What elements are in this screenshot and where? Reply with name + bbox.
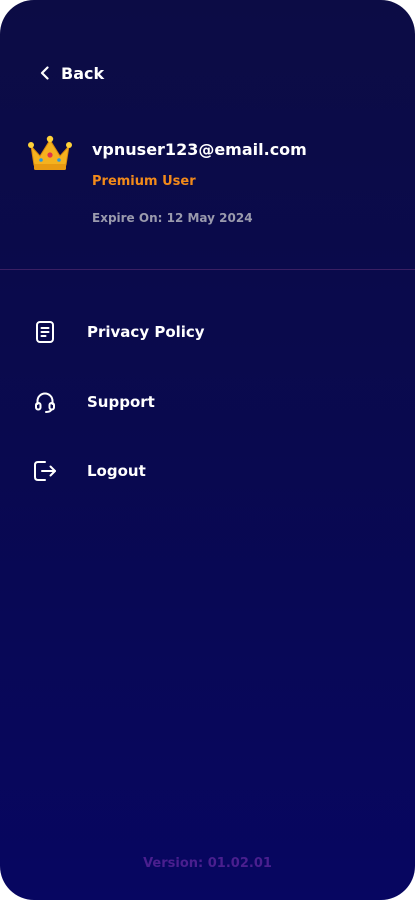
app-version: Version: 01.02.01 [143, 856, 272, 871]
menu-item-logout[interactable]: Logout [30, 456, 146, 486]
divider [0, 269, 415, 270]
crown-icon [28, 135, 72, 170]
menu-item-privacy-policy[interactable]: Privacy Policy [30, 317, 205, 347]
menu-item-label: Privacy Policy [87, 323, 205, 341]
back-label: Back [61, 63, 105, 83]
expiry-date: Expire On: 12 May 2024 [92, 211, 253, 225]
menu-item-label: Logout [87, 462, 146, 480]
document-icon [30, 317, 60, 347]
menu-item-support[interactable]: Support [30, 387, 155, 417]
settings-screen: Back vpnuser123@email.com Premium User E… [0, 0, 415, 900]
back-button[interactable]: Back [38, 60, 104, 86]
menu-item-label: Support [87, 393, 155, 411]
chevron-left-icon [40, 66, 49, 80]
premium-badge: Premium User [92, 174, 196, 189]
logout-icon [30, 456, 60, 486]
user-email: vpnuser123@email.com [92, 140, 307, 159]
headset-icon [30, 387, 60, 417]
